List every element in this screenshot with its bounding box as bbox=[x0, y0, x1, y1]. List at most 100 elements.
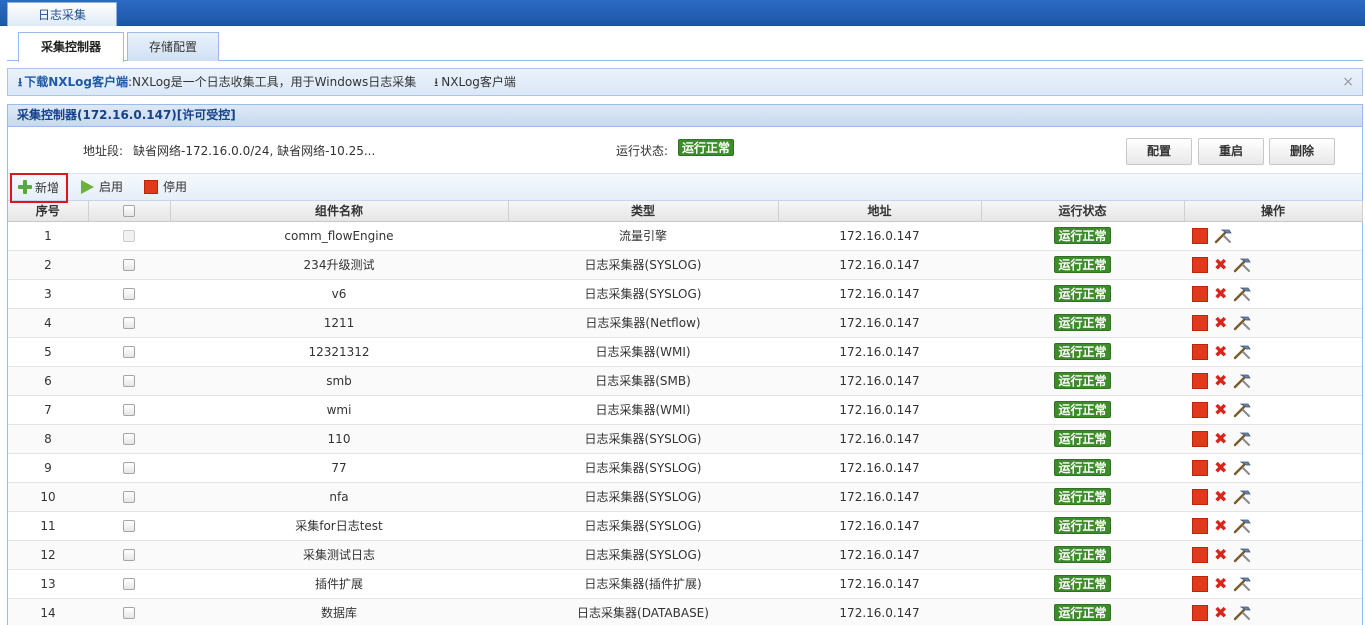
row-checkbox[interactable] bbox=[123, 346, 135, 358]
disable-button[interactable]: 停用 bbox=[144, 174, 187, 202]
row-select[interactable] bbox=[88, 308, 170, 338]
table-row[interactable]: 12 采集测试日志 日志采集器(SYSLOG) 172.16.0.147 运行正常 ✖ bbox=[8, 540, 1362, 570]
delete-icon[interactable]: ✖ bbox=[1214, 488, 1227, 505]
table-row[interactable]: 5 12321312 日志采集器(WMI) 172.16.0.147 运行正常 ✖ bbox=[8, 337, 1362, 367]
row-checkbox[interactable] bbox=[123, 288, 135, 300]
table-row[interactable]: 3 v6 日志采集器(SYSLOG) 172.16.0.147 运行正常 ✖ bbox=[8, 279, 1362, 309]
table-row[interactable]: 14 数据库 日志采集器(DATABASE) 172.16.0.147 运行正常 ✖ bbox=[8, 598, 1362, 625]
table-row[interactable]: 8 110 日志采集器(SYSLOG) 172.16.0.147 运行正常 ✖ bbox=[8, 424, 1362, 454]
stop-icon[interactable] bbox=[1192, 227, 1208, 244]
col-no[interactable]: 序号 bbox=[8, 201, 89, 222]
row-checkbox[interactable] bbox=[123, 520, 135, 532]
delete-button[interactable]: 删除 bbox=[1269, 138, 1335, 165]
table-row[interactable]: 9 77 日志采集器(SYSLOG) 172.16.0.147 运行正常 ✖ bbox=[8, 453, 1362, 483]
stop-icon[interactable] bbox=[1192, 430, 1208, 447]
tools-icon[interactable] bbox=[1233, 431, 1252, 447]
stop-icon[interactable] bbox=[1192, 372, 1208, 389]
delete-icon[interactable]: ✖ bbox=[1214, 546, 1227, 563]
row-checkbox[interactable] bbox=[123, 549, 135, 561]
col-type[interactable]: 类型 bbox=[508, 201, 779, 222]
stop-icon[interactable] bbox=[1192, 604, 1208, 621]
delete-icon[interactable]: ✖ bbox=[1214, 372, 1227, 389]
nxlog-client-link[interactable]: ⭳ NXLog客户端 bbox=[434, 75, 516, 89]
row-select[interactable] bbox=[88, 424, 170, 454]
tools-icon[interactable] bbox=[1214, 228, 1232, 244]
col-name[interactable]: 组件名称 bbox=[170, 201, 509, 222]
delete-icon[interactable]: ✖ bbox=[1214, 343, 1227, 360]
delete-icon[interactable]: ✖ bbox=[1214, 256, 1227, 273]
table-row[interactable]: 11 采集for日志test 日志采集器(SYSLOG) 172.16.0.147 运行… bbox=[8, 511, 1362, 541]
row-select[interactable] bbox=[88, 395, 170, 425]
row-checkbox[interactable] bbox=[123, 462, 135, 474]
delete-icon[interactable]: ✖ bbox=[1214, 314, 1227, 331]
tools-icon[interactable] bbox=[1233, 576, 1252, 592]
stop-icon[interactable] bbox=[1192, 256, 1208, 273]
col-address[interactable]: 地址 bbox=[778, 201, 982, 222]
tools-icon[interactable] bbox=[1233, 286, 1252, 302]
row-select[interactable] bbox=[88, 337, 170, 367]
table-row[interactable]: 13 插件扩展 日志采集器(插件扩展) 172.16.0.147 运行正常 ✖ bbox=[8, 569, 1362, 599]
row-checkbox[interactable] bbox=[123, 375, 135, 387]
delete-icon[interactable]: ✖ bbox=[1214, 459, 1227, 476]
row-select[interactable] bbox=[88, 221, 170, 251]
delete-icon[interactable]: ✖ bbox=[1214, 604, 1227, 621]
row-select[interactable] bbox=[88, 250, 170, 280]
stop-icon[interactable] bbox=[1192, 401, 1208, 418]
row-checkbox[interactable] bbox=[123, 317, 135, 329]
tab-collection-controller[interactable]: 采集控制器 bbox=[18, 32, 124, 62]
restart-button[interactable]: 重启 bbox=[1198, 138, 1264, 165]
table-row[interactable]: 10 nfa 日志采集器(SYSLOG) 172.16.0.147 运行正常 ✖ bbox=[8, 482, 1362, 512]
tab-log-collection[interactable]: 日志采集 bbox=[7, 2, 117, 26]
delete-icon[interactable]: ✖ bbox=[1214, 517, 1227, 534]
stop-icon[interactable] bbox=[1192, 517, 1208, 534]
delete-icon[interactable]: ✖ bbox=[1214, 575, 1227, 592]
row-select[interactable] bbox=[88, 366, 170, 396]
table-row[interactable]: 7 wmi 日志采集器(WMI) 172.16.0.147 运行正常 ✖ bbox=[8, 395, 1362, 425]
row-select[interactable] bbox=[88, 482, 170, 512]
row-select[interactable] bbox=[88, 279, 170, 309]
stop-icon[interactable] bbox=[1192, 285, 1208, 302]
delete-icon[interactable]: ✖ bbox=[1214, 430, 1227, 447]
stop-icon[interactable] bbox=[1192, 314, 1208, 331]
row-select[interactable] bbox=[88, 453, 170, 483]
tools-icon[interactable] bbox=[1233, 257, 1252, 273]
row-checkbox[interactable] bbox=[123, 578, 135, 590]
tools-icon[interactable] bbox=[1233, 460, 1252, 476]
tools-icon[interactable] bbox=[1233, 402, 1252, 418]
row-checkbox[interactable] bbox=[123, 230, 135, 242]
row-checkbox[interactable] bbox=[123, 259, 135, 271]
select-all-checkbox[interactable] bbox=[123, 205, 135, 218]
tools-icon[interactable] bbox=[1233, 373, 1252, 389]
tools-icon[interactable] bbox=[1233, 605, 1252, 621]
table-row[interactable]: 1 comm_flowEngine 流量引擎 172.16.0.147 运行正常 bbox=[8, 221, 1362, 251]
tab-storage-config[interactable]: 存储配置 bbox=[127, 32, 219, 61]
col-status[interactable]: 运行状态 bbox=[981, 201, 1185, 222]
close-icon[interactable]: × bbox=[1342, 69, 1354, 95]
stop-icon[interactable] bbox=[1192, 488, 1208, 505]
config-button[interactable]: 配置 bbox=[1126, 138, 1192, 165]
tools-icon[interactable] bbox=[1233, 518, 1252, 534]
delete-icon[interactable]: ✖ bbox=[1214, 401, 1227, 418]
row-select[interactable] bbox=[88, 540, 170, 570]
row-checkbox[interactable] bbox=[123, 404, 135, 416]
tools-icon[interactable] bbox=[1233, 547, 1252, 563]
add-button[interactable]: 新增 bbox=[10, 173, 68, 203]
stop-icon[interactable] bbox=[1192, 459, 1208, 476]
row-select[interactable] bbox=[88, 598, 170, 625]
row-checkbox[interactable] bbox=[123, 433, 135, 445]
stop-icon[interactable] bbox=[1192, 343, 1208, 360]
row-select[interactable] bbox=[88, 511, 170, 541]
col-select[interactable] bbox=[88, 201, 171, 222]
enable-button[interactable]: 启用 bbox=[81, 174, 123, 202]
tools-icon[interactable] bbox=[1233, 315, 1252, 331]
table-row[interactable]: 6 smb 日志采集器(SMB) 172.16.0.147 运行正常 ✖ bbox=[8, 366, 1362, 396]
row-checkbox[interactable] bbox=[123, 491, 135, 503]
download-nxlog-link[interactable]: 下载NXLog客户端 bbox=[24, 75, 128, 89]
tools-icon[interactable] bbox=[1233, 344, 1252, 360]
row-checkbox[interactable] bbox=[123, 607, 135, 619]
stop-icon[interactable] bbox=[1192, 575, 1208, 592]
tools-icon[interactable] bbox=[1233, 489, 1252, 505]
row-select[interactable] bbox=[88, 569, 170, 599]
stop-icon[interactable] bbox=[1192, 546, 1208, 563]
table-row[interactable]: 4 1211 日志采集器(Netflow) 172.16.0.147 运行正常 ✖ bbox=[8, 308, 1362, 338]
